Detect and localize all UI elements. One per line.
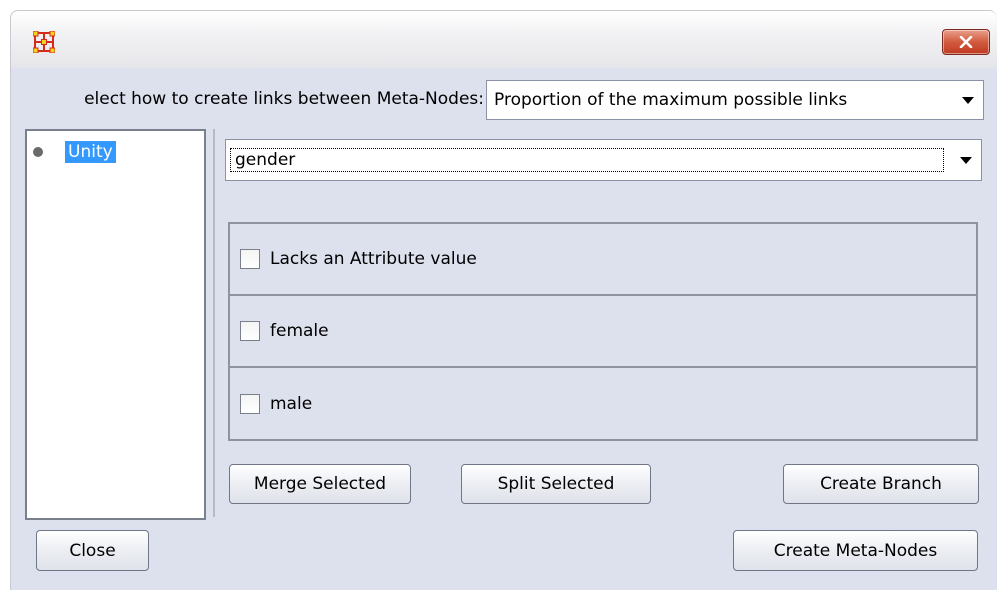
attribute-values-list: Lacks an Attribute value female male	[228, 222, 978, 441]
list-item: Lacks an Attribute value	[230, 224, 976, 296]
split-pane-divider[interactable]	[213, 129, 215, 517]
close-button[interactable]: Close	[36, 530, 149, 571]
meta-node-tree[interactable]: Unity	[25, 129, 206, 520]
list-item: male	[230, 368, 976, 440]
network-nodes-icon	[33, 31, 55, 53]
create-meta-nodes-button[interactable]: Create Meta-Nodes	[733, 530, 978, 571]
tree-item-label: Unity	[65, 141, 116, 163]
link-method-dropdown[interactable]: Proportion of the maximum possible links	[486, 80, 984, 120]
tree-node-icon	[33, 147, 43, 157]
link-method-value: Proportion of the maximum possible links	[494, 90, 848, 110]
checkbox-lacks-attribute[interactable]	[240, 249, 260, 269]
value-label: male	[270, 394, 313, 414]
chevron-down-icon[interactable]	[953, 81, 983, 119]
close-x-icon	[959, 36, 973, 48]
tree-item-unity[interactable]: Unity	[33, 141, 116, 163]
attribute-value: gender	[230, 148, 944, 172]
value-label: Lacks an Attribute value	[270, 249, 477, 269]
link-method-label: elect how to create links between Meta-N…	[84, 89, 484, 109]
value-label: female	[270, 321, 329, 341]
attribute-dropdown[interactable]: gender	[225, 139, 982, 181]
chevron-down-icon[interactable]	[951, 140, 981, 180]
checkbox-male[interactable]	[240, 394, 260, 414]
merge-selected-button[interactable]: Merge Selected	[229, 464, 411, 504]
create-branch-button[interactable]: Create Branch	[783, 464, 979, 504]
list-item: female	[230, 296, 976, 368]
split-selected-button[interactable]: Split Selected	[461, 464, 651, 504]
window-close-button[interactable]	[942, 29, 990, 55]
checkbox-female[interactable]	[240, 321, 260, 341]
title-bar[interactable]	[10, 10, 997, 68]
